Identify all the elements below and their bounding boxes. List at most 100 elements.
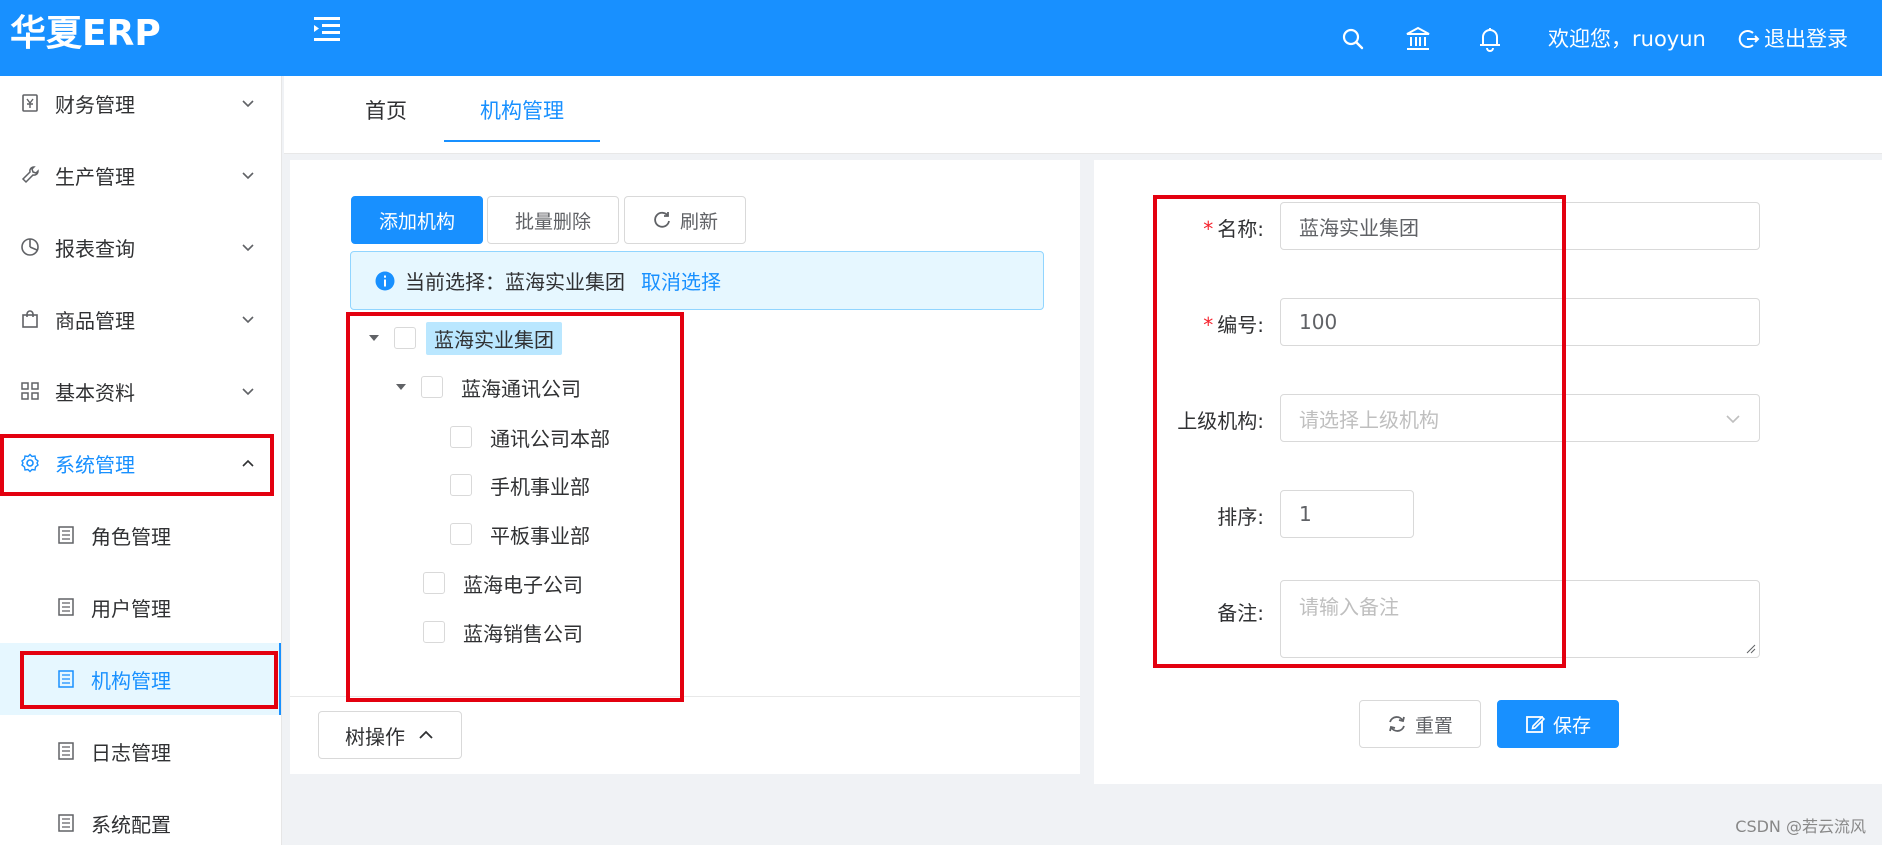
sidebar-item-basic-data[interactable]: 基本资料 xyxy=(0,355,281,427)
sidebar-subitem-users[interactable]: 用户管理 xyxy=(0,571,281,643)
info-icon xyxy=(375,271,395,290)
reset-button[interactable]: 重置 xyxy=(1359,700,1481,748)
sidebar-item-production[interactable]: 生产管理 xyxy=(0,139,281,211)
tree-node[interactable]: 平板事业部 xyxy=(450,517,598,551)
sync-icon xyxy=(1389,716,1405,732)
list-doc-icon xyxy=(58,526,74,544)
user-greeting[interactable]: 欢迎您，ruoyun xyxy=(1548,24,1706,54)
tree-node[interactable]: 蓝海电子公司 xyxy=(423,566,591,600)
remark-textarea[interactable]: 请输入备注 xyxy=(1280,580,1760,658)
tree-node[interactable]: 手机事业部 xyxy=(450,468,598,502)
sidebar: 财务管理 生产管理 报表查询 商品管理 基本资料 系统管理 角色管理 用户管理 … xyxy=(0,76,282,845)
sidebar-item-products[interactable]: 商品管理 xyxy=(0,283,281,355)
tree-checkbox[interactable] xyxy=(450,523,472,545)
chevron-down-icon xyxy=(242,172,254,180)
tree-node-label[interactable]: 手机事业部 xyxy=(482,469,598,502)
remark-label: 备注: xyxy=(1217,601,1264,625)
app-logo: 华夏ERP xyxy=(10,13,161,54)
parent-org-placeholder: 请选择上级机构 xyxy=(1299,407,1439,432)
watermark: CSDN @若云流风 xyxy=(1735,817,1866,836)
sidebar-subitem-roles[interactable]: 角色管理 xyxy=(0,499,281,571)
search-icon[interactable] xyxy=(1340,26,1366,52)
sidebar-item-label: 系统管理 xyxy=(55,452,135,477)
tab-org-management[interactable]: 机构管理 xyxy=(444,76,600,142)
tree-node-label[interactable]: 平板事业部 xyxy=(482,518,598,551)
sidebar-subitem-label: 日志管理 xyxy=(91,740,171,765)
resize-grip-icon[interactable] xyxy=(1746,644,1756,654)
alert-text: 当前选择：蓝海实业集团 xyxy=(405,270,625,294)
chevron-up-icon xyxy=(419,730,433,739)
tree-node-label[interactable]: 蓝海通讯公司 xyxy=(453,371,589,404)
sidebar-subitem-label: 用户管理 xyxy=(91,596,171,621)
sidebar-item-system[interactable]: 系统管理 xyxy=(0,427,281,499)
sort-label: 排序: xyxy=(1217,505,1264,529)
edit-icon xyxy=(1526,715,1545,733)
sidebar-subitem-label: 系统配置 xyxy=(91,812,171,837)
sort-input[interactable]: 1 xyxy=(1280,490,1414,538)
bank-icon[interactable] xyxy=(1405,26,1431,52)
chevron-down-icon xyxy=(1726,415,1740,424)
logout-button[interactable]: 退出登录 xyxy=(1738,24,1848,54)
add-org-button[interactable]: 添加机构 xyxy=(351,196,483,244)
wrench-icon xyxy=(21,166,39,184)
tree-checkbox[interactable] xyxy=(423,621,445,643)
sidebar-item-label: 财务管理 xyxy=(55,92,135,117)
sidebar-item-reports[interactable]: 报表查询 xyxy=(0,211,281,283)
tree-node[interactable]: 蓝海实业集团 xyxy=(368,321,562,355)
tree-ops-button[interactable]: 树操作 xyxy=(318,711,462,759)
tree-checkbox[interactable] xyxy=(450,474,472,496)
save-label: 保存 xyxy=(1552,714,1591,737)
sidebar-item-label: 报表查询 xyxy=(55,236,135,261)
selection-alert: 当前选择：蓝海实业集团 取消选择 xyxy=(350,251,1044,310)
parent-org-select[interactable]: 请选择上级机构 xyxy=(1280,394,1760,442)
finance-icon xyxy=(22,94,38,112)
sidebar-item-label: 商品管理 xyxy=(55,308,135,333)
code-label: * 编号: xyxy=(1203,313,1264,337)
menu-fold-icon[interactable] xyxy=(310,14,344,44)
org-form-panel: * 名称: 蓝海实业集团 * 编号: 100 上级机构: 请选择上级机构 排序: 1… xyxy=(1094,160,1882,784)
chevron-down-icon xyxy=(242,244,254,252)
org-tree-panel: 添加机构 批量删除 刷新 当前选择：蓝海实业集团 取消选择 蓝海实业集团 蓝海通… xyxy=(290,160,1080,774)
save-button[interactable]: 保存 xyxy=(1497,700,1619,748)
tree-checkbox[interactable] xyxy=(450,426,472,448)
remark-placeholder: 请输入备注 xyxy=(1299,595,1399,619)
tree-checkbox[interactable] xyxy=(394,327,416,349)
list-doc-icon xyxy=(58,742,74,760)
tree-node[interactable]: 蓝海销售公司 xyxy=(423,615,591,649)
chevron-up-icon xyxy=(242,459,254,467)
code-input[interactable]: 100 xyxy=(1280,298,1760,346)
caret-down-icon[interactable] xyxy=(395,381,407,393)
list-doc-icon xyxy=(58,814,74,832)
tree-checkbox[interactable] xyxy=(423,572,445,594)
tree-node[interactable]: 蓝海通讯公司 xyxy=(395,370,589,404)
top-header: 华夏ERP 欢迎您，ruoyun 退出登录 xyxy=(0,0,1882,76)
refresh-icon xyxy=(654,211,670,228)
parent-org-label: 上级机构: xyxy=(1177,409,1264,433)
sidebar-subitem-config[interactable]: 系统配置 xyxy=(0,787,281,845)
tab-home[interactable]: 首页 xyxy=(346,76,426,142)
caret-down-icon[interactable] xyxy=(368,332,380,344)
refresh-label: 刷新 xyxy=(679,210,718,233)
sidebar-subitem-label: 机构管理 xyxy=(91,668,171,693)
tree-node-label[interactable]: 蓝海实业集团 xyxy=(426,321,562,355)
tree-node-label[interactable]: 蓝海销售公司 xyxy=(455,616,591,649)
name-input[interactable]: 蓝海实业集团 xyxy=(1280,202,1760,250)
bell-icon[interactable] xyxy=(1477,26,1503,52)
cancel-selection-link[interactable]: 取消选择 xyxy=(641,266,721,295)
tabs-bar: 首页 机构管理 xyxy=(284,76,1882,154)
batch-delete-button[interactable]: 批量删除 xyxy=(487,196,619,244)
chevron-down-icon xyxy=(242,316,254,324)
tree-node-label[interactable]: 通讯公司本部 xyxy=(482,421,618,454)
list-doc-icon xyxy=(58,670,74,688)
sidebar-subitem-logs[interactable]: 日志管理 xyxy=(0,715,281,787)
sidebar-item-finance[interactable]: 财务管理 xyxy=(0,76,281,139)
shopping-bag-icon xyxy=(22,310,38,328)
gear-icon xyxy=(21,453,39,473)
tree-node-label[interactable]: 蓝海电子公司 xyxy=(455,567,591,600)
logout-label: 退出登录 xyxy=(1764,27,1848,51)
grid-icon xyxy=(21,382,39,400)
refresh-button[interactable]: 刷新 xyxy=(624,196,746,244)
sidebar-subitem-orgs[interactable]: 机构管理 xyxy=(0,643,281,715)
tree-checkbox[interactable] xyxy=(421,376,443,398)
tree-node[interactable]: 通讯公司本部 xyxy=(450,420,618,454)
